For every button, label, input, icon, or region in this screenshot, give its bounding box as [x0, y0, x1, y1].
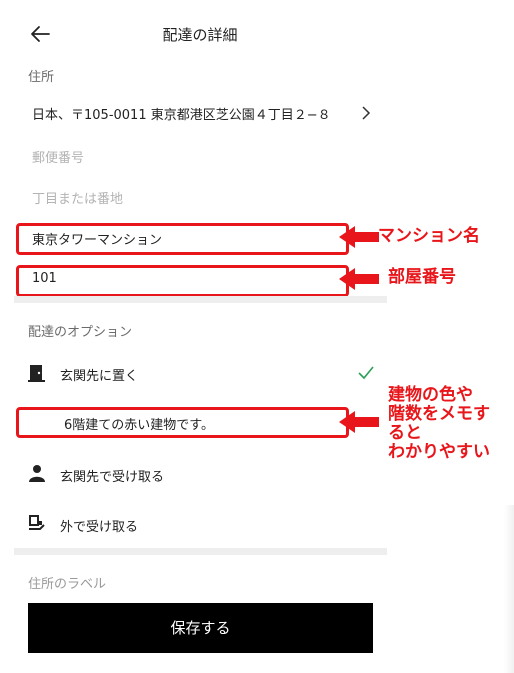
- building-annotation-text: マンション名: [378, 226, 480, 246]
- option-label: 玄関先に置く: [60, 369, 139, 384]
- option-meet-outside[interactable]: 外で受け取る: [20, 507, 382, 541]
- chevron-right-icon: [360, 105, 372, 124]
- room-highlight-box: [16, 265, 349, 297]
- handoff-icon: [28, 514, 46, 532]
- room-number-input[interactable]: 101: [32, 271, 57, 286]
- option-meet-at-door[interactable]: 玄関先で受け取る: [20, 457, 382, 491]
- note-arrow-annotation: [339, 411, 379, 437]
- room-annotation-text: 部屋番号: [388, 267, 456, 287]
- postal-code-input[interactable]: 郵便番号: [32, 147, 84, 166]
- full-address-text: 日本、〒105-0011 東京都港区芝公園４丁目２−８: [32, 108, 331, 123]
- delivery-options-section-label: 配達のオプション: [28, 325, 133, 340]
- address-section-label: 住所: [28, 70, 55, 85]
- room-arrow-annotation: [339, 268, 379, 294]
- building-name-input[interactable]: 東京タワーマンション: [32, 229, 162, 248]
- full-address-row[interactable]: 日本、〒105-0011 東京都港区芝公園４丁目２−８: [28, 98, 378, 128]
- section-divider: [14, 548, 387, 555]
- address-label-section-label: 住所のラベル: [28, 577, 107, 592]
- building-arrow-annotation: [339, 226, 379, 252]
- option-leave-at-door[interactable]: 玄関先に置く: [20, 356, 382, 390]
- page-title: 配達の詳細: [162, 26, 238, 44]
- person-icon: [28, 464, 46, 482]
- street-number-input[interactable]: 丁目または番地: [32, 188, 123, 207]
- check-icon: [358, 365, 374, 384]
- edge-shadow: [504, 505, 514, 673]
- note-annotation-text: 建物の色や 階数をメモす ると わかりやすい: [388, 385, 490, 462]
- section-divider: [14, 296, 387, 303]
- option-label: 外で受け取る: [60, 520, 139, 535]
- option-label: 玄関先で受け取る: [60, 470, 165, 485]
- save-button[interactable]: 保存する: [28, 603, 373, 653]
- delivery-note-input[interactable]: 6階建ての赤い建物です。: [64, 414, 214, 433]
- door-icon: [28, 364, 46, 382]
